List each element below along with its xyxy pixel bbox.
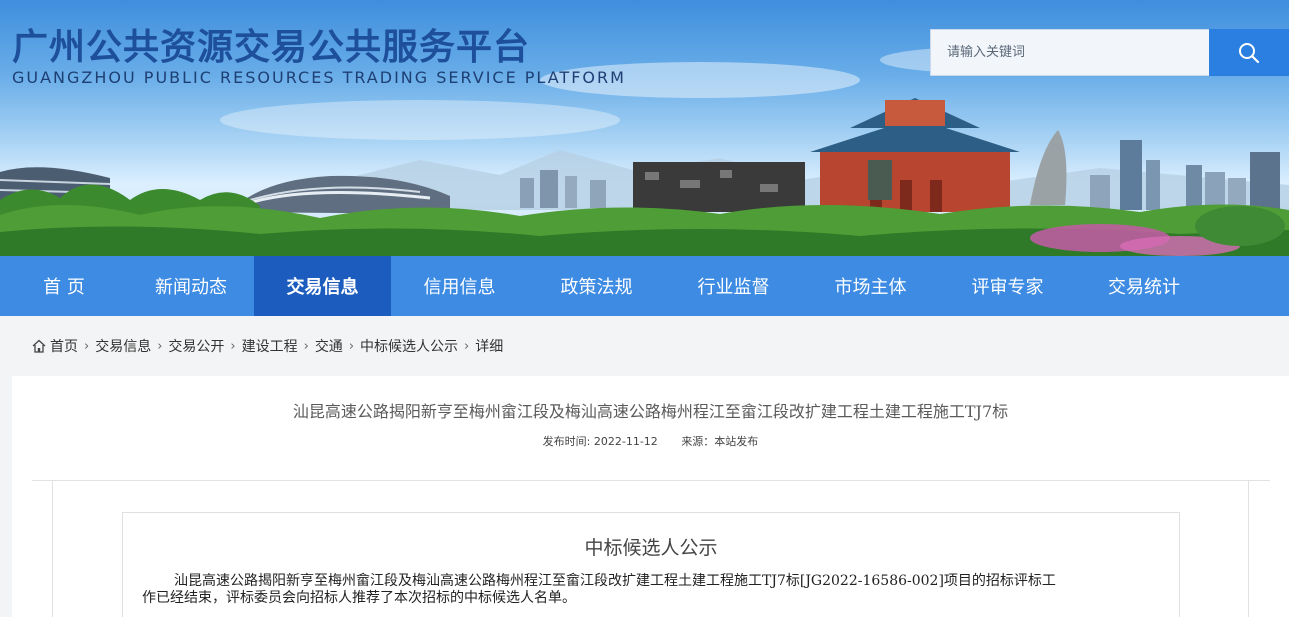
nav-item-credit-info[interactable]: 信用信息 — [391, 256, 528, 316]
chevron-right-icon: › — [157, 338, 163, 354]
article-meta: 发布时间: 2022-11-12 来源：本站发布 — [0, 433, 1289, 449]
nav-item-policies[interactable]: 政策法规 — [528, 256, 665, 316]
breadcrumb-trading-public[interactable]: 交易公开 — [168, 336, 224, 356]
nav-item-trading-info[interactable]: 交易信息 — [254, 256, 391, 316]
search-button[interactable] — [1209, 29, 1289, 76]
article-title: 汕昆高速公路揭阳新亨至梅州畲江段及梅汕高速公路梅州程江至畲江段改扩建工程土建工程… — [292, 402, 1009, 421]
chevron-right-icon: › — [84, 338, 90, 354]
main-nav: 首 页 新闻动态 交易信息 信用信息 政策法规 行业监督 市场主体 评审专家 交… — [0, 256, 1289, 316]
breadcrumb-trading-info[interactable]: 交易信息 — [95, 336, 151, 356]
chevron-right-icon: › — [464, 338, 470, 354]
chevron-right-icon: › — [348, 338, 355, 354]
notice-body: 汕昆高速公路揭阳新亨至梅州畲江段及梅汕高速公路梅州程江至畲江段改扩建工程土建工程… — [142, 573, 1164, 607]
breadcrumb-home[interactable]: 首页 — [50, 336, 78, 356]
breadcrumb-detail: 详细 — [475, 339, 504, 355]
search-icon — [1239, 42, 1260, 63]
article-source: 来源：本站发布 — [681, 435, 759, 448]
nav-item-statistics[interactable]: 交易统计 — [1076, 256, 1212, 316]
header-banner: 广州公共资源交易公共服务平台 GUANGZHOU PUBLIC RESOURCE… — [0, 0, 1289, 256]
search-input[interactable] — [930, 29, 1210, 76]
notice-body-line: 作已经结束，评标委员会向招标人推荐了本次招标的中标候选人名单。 — [142, 590, 576, 606]
publish-time: 发布时间: 2022-11-12 — [542, 435, 658, 448]
chevron-right-icon: › — [303, 338, 309, 354]
notice-body-line: 汕昆高速公路揭阳新亨至梅州畲江段及梅汕高速公路梅州程江至畲江段改扩建工程土建工程… — [174, 573, 1056, 589]
nav-item-market-entities[interactable]: 市场主体 — [802, 256, 939, 316]
breadcrumb-candidates[interactable]: 中标候选人公示 — [360, 336, 458, 356]
notice-title: 中标候选人公示 — [584, 537, 718, 559]
site-title: 广州公共资源交易公共服务平台 — [12, 27, 531, 68]
breadcrumb-transport[interactable]: 交通 — [315, 336, 343, 356]
home-icon — [32, 339, 46, 353]
nav-item-supervision[interactable]: 行业监督 — [665, 256, 802, 316]
nav-item-news[interactable]: 新闻动态 — [128, 256, 254, 316]
nav-item-experts[interactable]: 评审专家 — [939, 256, 1076, 316]
breadcrumb-construction[interactable]: 建设工程 — [242, 336, 298, 356]
chevron-right-icon: › — [230, 338, 236, 354]
site-subtitle: GUANGZHOU PUBLIC RESOURCES TRADING SERVI… — [12, 68, 626, 87]
breadcrumb: 首页 › 交易信息 › 交易公开 › 建设工程 › 交通 › 中标候选人公示 ›… — [0, 316, 1289, 376]
nav-item-home[interactable]: 首 页 — [0, 256, 128, 316]
